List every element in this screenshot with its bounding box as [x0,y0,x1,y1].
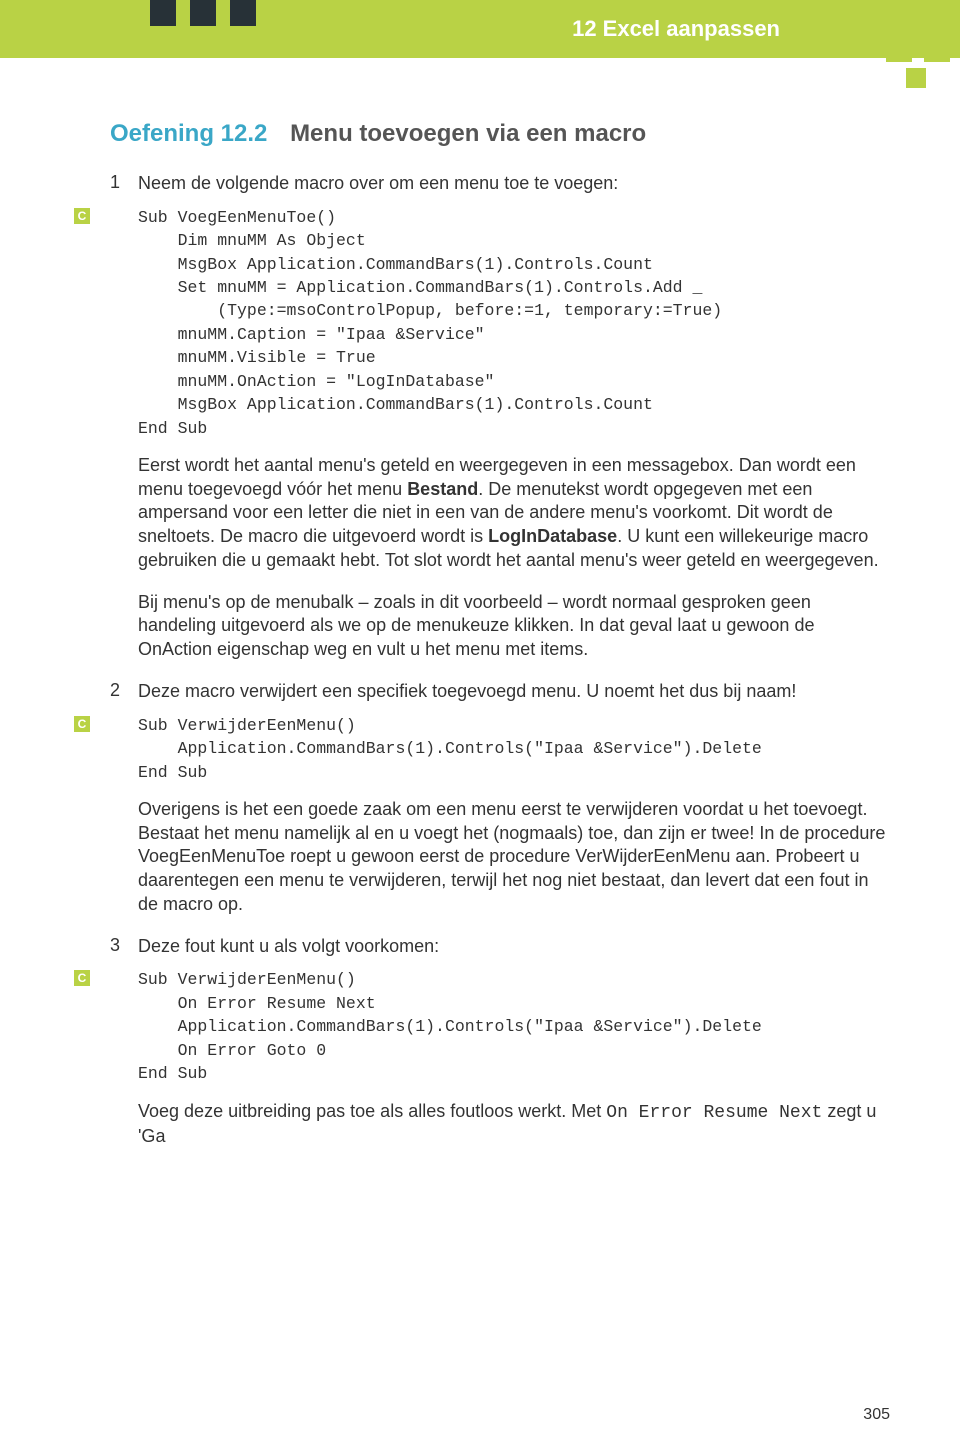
chapter-header: 12 Excel aanpassen [0,0,960,58]
paragraph: Bij menu's op de menubalk – zoals in dit… [138,591,890,662]
inline-code: On Error Resume Next [606,1103,822,1123]
page-number: 305 [863,1406,890,1424]
step-1: 1 Neem de volgende macro over om een men… [110,172,890,196]
decor-square [230,0,256,26]
step-text: Deze fout kunt u als volgt voorkomen: [138,935,890,959]
step-3: 3 Deze fout kunt u als volgt voorkomen: [110,935,890,959]
paragraph: Voeg deze uitbreiding pas toe als alles … [138,1100,890,1150]
exercise-number: Oefening 12.2 [110,120,267,147]
decor-square [924,36,950,62]
code-badge-icon: C [74,208,90,224]
exercise-title: Menu toevoegen via een macro [290,120,646,147]
decor-square [150,0,176,26]
paragraph: Eerst wordt het aantal menu's geteld en … [138,454,890,573]
step-number: 3 [110,935,138,959]
page-content: Oefening 12.2 Menu toevoegen via een mac… [110,120,890,1167]
decor-square [906,68,926,88]
exercise-heading: Oefening 12.2 Menu toevoegen via een mac… [110,120,890,148]
para-bold: LogInDatabase [488,526,617,546]
step-number: 1 [110,172,138,196]
code-listing: Sub VoegEenMenuToe() Dim mnuMM As Object… [138,206,890,440]
paragraph: Overigens is het een goede zaak om een m… [138,798,890,917]
code-badge-icon: C [74,716,90,732]
step-number: 2 [110,680,138,704]
chapter-title: 12 Excel aanpassen [572,16,780,42]
step-text: Deze macro verwijdert een specifiek toeg… [138,680,890,704]
para-text: Voeg deze uitbreiding pas toe als alles … [138,1101,606,1121]
code-block-3: C Sub VerwijderEenMenu() On Error Resume… [110,968,890,1085]
code-badge-icon: C [74,970,90,986]
code-listing: Sub VerwijderEenMenu() On Error Resume N… [138,968,890,1085]
step-2: 2 Deze macro verwijdert een specifiek to… [110,680,890,704]
code-block-1: C Sub VoegEenMenuToe() Dim mnuMM As Obje… [110,206,890,440]
para-bold: Bestand [407,479,478,499]
decor-square [190,0,216,26]
code-block-2: C Sub VerwijderEenMenu() Application.Com… [110,714,890,784]
decor-square [886,36,912,62]
step-text: Neem de volgende macro over om een menu … [138,172,890,196]
code-listing: Sub VerwijderEenMenu() Application.Comma… [138,714,890,784]
